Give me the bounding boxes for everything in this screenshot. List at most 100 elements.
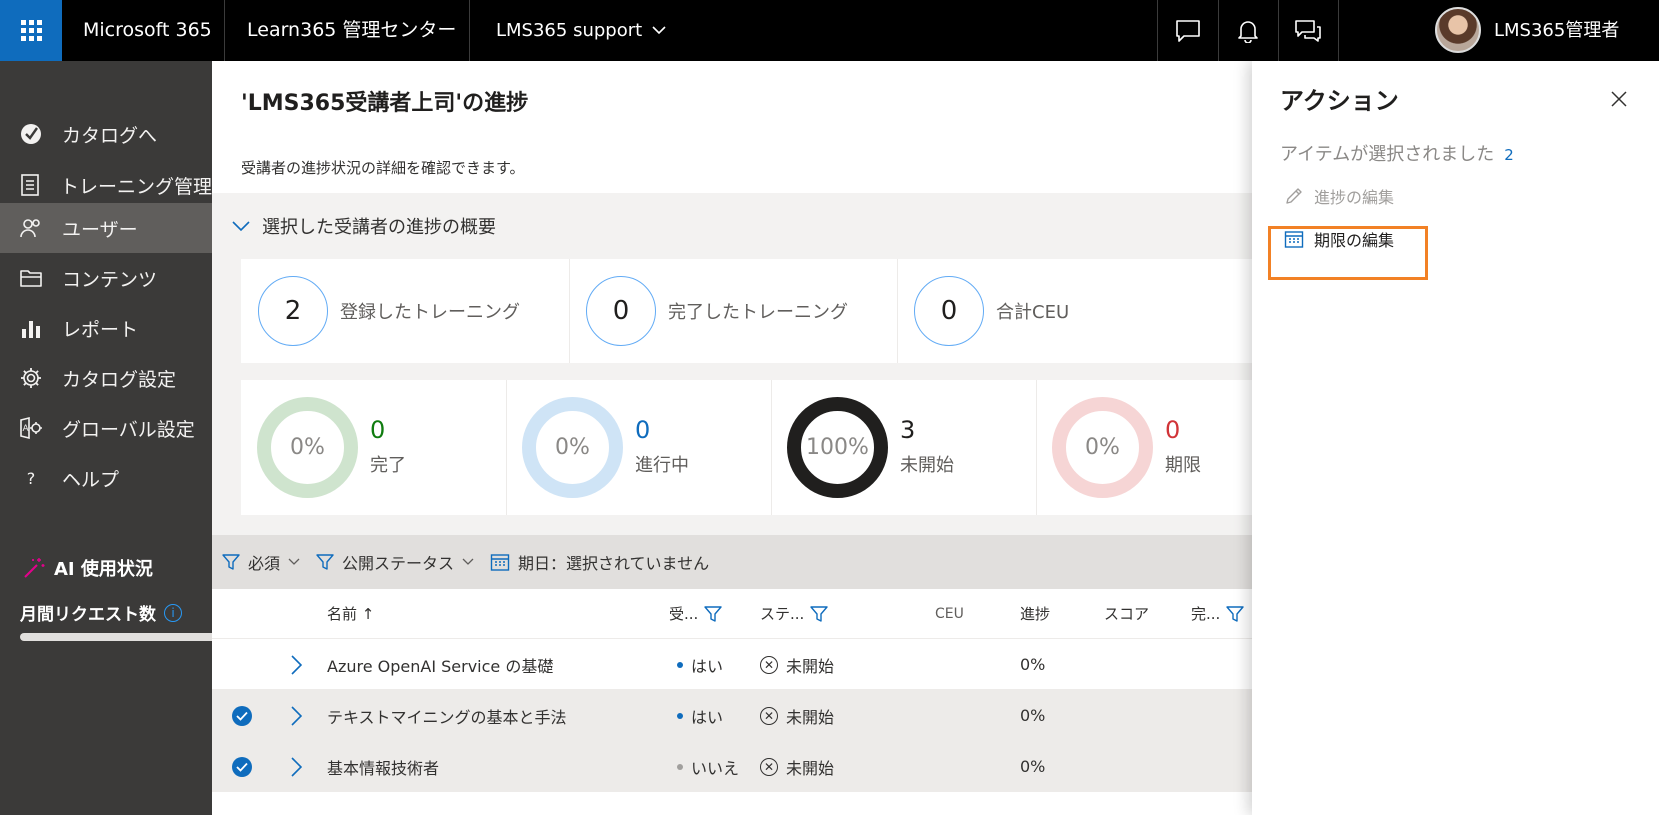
magic-wand-icon <box>24 558 45 578</box>
summary-section: 選択した受講者の進捗の概要 2 登録したトレーニング 0 完了したトレーニング … <box>212 193 1252 535</box>
sidebar-item-content[interactable]: コンテンツ <box>0 252 212 304</box>
column-label: 受... <box>669 605 699 623</box>
expand-button[interactable] <box>291 690 302 741</box>
status-value: 未開始 <box>786 707 835 727</box>
avatar[interactable] <box>1435 7 1481 53</box>
filter-publish-status[interactable]: 公開ステータス <box>316 550 474 574</box>
sidebar-item-global-settings[interactable]: A グローバル設定 <box>0 402 212 454</box>
sidebar-item-label: ヘルプ <box>62 468 120 491</box>
stat-label: 完了したトレーニング <box>668 302 848 323</box>
calendar-icon <box>490 554 510 571</box>
training-name[interactable]: テキストマイニングの基本と手法 <box>327 690 567 741</box>
donut-ring <box>257 397 358 498</box>
donut-count: 0 <box>370 416 386 444</box>
sidebar-item-users[interactable]: ユーザー <box>0 203 212 253</box>
feedback-icon <box>1295 19 1321 42</box>
donut-not-started: 100% 3 未開始 <box>771 380 1036 515</box>
column-name[interactable]: 名前 ↑ <box>327 589 374 639</box>
filter-required[interactable]: 必須 <box>222 550 300 574</box>
page-title: 'LMS365受講者上司'の進捗 <box>241 91 529 116</box>
column-label: 完... <box>1191 605 1221 623</box>
enrolled-cell: いいえ <box>677 741 739 792</box>
sidebar-item-catalog[interactable]: カタログへ <box>0 108 212 160</box>
suite-title[interactable]: Microsoft 365 <box>83 0 212 61</box>
not-started-icon: ✕ <box>760 655 778 674</box>
donut-chart: 0% <box>257 397 358 498</box>
filter-icon <box>1226 606 1245 622</box>
progress-cell: 0% <box>1020 655 1046 674</box>
chevron-down-icon <box>462 558 474 565</box>
table-row[interactable]: Azure OpenAI Service の基礎 はい ✕ 未開始 0% <box>212 639 1252 690</box>
filter-due-date[interactable]: 期日：選択されていません <box>490 550 709 574</box>
column-enrolled[interactable]: 受... <box>669 589 723 639</box>
panel-title: アクション <box>1280 87 1399 115</box>
column-score[interactable]: スコア <box>1104 589 1149 639</box>
row-checkbox[interactable] <box>232 741 252 792</box>
sidebar-item-catalog-settings[interactable]: カタログ設定 <box>0 352 212 404</box>
progress-donuts: 0% 0 完了 0% 0 進行中 100% 3 未開始 0% 0 期限 <box>241 380 1252 515</box>
sidebar-item-help[interactable]: ? ヘルプ <box>0 452 212 504</box>
sidebar-item-label: レポート <box>62 318 139 341</box>
folder-icon <box>20 270 42 287</box>
donut-count: 0 <box>1165 416 1181 444</box>
training-name[interactable]: 基本情報技術者 <box>327 741 439 792</box>
app-launcher-button[interactable] <box>0 0 62 61</box>
column-progress[interactable]: 進捗 <box>1020 589 1050 639</box>
donut-in-progress: 0% 0 進行中 <box>506 380 771 515</box>
tenant-name: LMS365 support <box>496 20 643 41</box>
column-completed[interactable]: 完... <box>1191 589 1245 639</box>
edit-progress-action[interactable]: 進捗の編集 <box>1284 184 1394 208</box>
info-icon[interactable]: i <box>164 603 182 622</box>
global-settings-icon: A <box>20 416 42 440</box>
app-title[interactable]: Learn365 管理センター <box>247 0 456 61</box>
expand-button[interactable] <box>291 639 302 690</box>
status-value: 未開始 <box>786 656 835 676</box>
row-checkbox[interactable] <box>232 690 252 741</box>
action-label: 進捗の編集 <box>1314 188 1395 207</box>
table-row[interactable]: 基本情報技術者 いいえ ✕ 未開始 0% <box>212 741 1252 792</box>
catalog-check-icon <box>21 124 41 144</box>
pencil-icon <box>1286 188 1302 204</box>
monthly-requests-progress <box>20 633 212 641</box>
donut-overdue: 0% 0 期限 <box>1036 380 1252 515</box>
stat-label: 合計CEU <box>996 302 1070 323</box>
enrolled-cell: はい <box>677 690 723 741</box>
page-description: 受講者の進捗状況の詳細を確認できます。 <box>241 159 525 177</box>
stat-enrolled: 2 登録したトレーニング <box>241 259 520 363</box>
status-dot <box>677 661 683 668</box>
summary-toggle[interactable]: 選択した受講者の進捗の概要 <box>232 213 496 239</box>
chevron-down-icon <box>652 26 666 35</box>
table-header: 名前 ↑ 受... ステ... CEU 進捗 スコア 完... <box>212 589 1252 639</box>
notifications-button[interactable] <box>1218 0 1278 61</box>
waffle-icon <box>20 20 42 41</box>
status-cell: ✕ 未開始 <box>760 741 834 792</box>
chevron-right-icon <box>291 756 302 777</box>
sidebar-item-label: ユーザー <box>62 218 138 241</box>
table-row[interactable]: テキストマイニングの基本と手法 はい ✕ 未開始 0% <box>212 690 1252 741</box>
gear-icon <box>21 368 41 388</box>
monthly-requests-label: 月間リクエスト数 i <box>20 600 182 625</box>
column-status[interactable]: ステ... <box>760 589 829 639</box>
chevron-down-icon <box>232 220 250 231</box>
donut-ring <box>522 397 623 498</box>
donut-chart: 0% <box>1052 397 1153 498</box>
stat-value: 0 <box>586 276 656 346</box>
expand-button[interactable] <box>291 741 302 792</box>
enrolled-cell: はい <box>677 639 723 690</box>
stat-ceu: 0 合計CEU <box>897 259 1069 363</box>
tenant-selector[interactable]: LMS365 support <box>496 0 666 61</box>
progress-cell: 0% <box>1020 757 1046 776</box>
chat-button[interactable] <box>1158 0 1218 61</box>
top-bar: Microsoft 365 Learn365 管理センター LMS365 sup… <box>0 0 1659 61</box>
user-name[interactable]: LMS365管理者 <box>1494 0 1619 61</box>
sidebar-item-reports[interactable]: レポート <box>0 302 212 354</box>
stat-completed: 0 完了したトレーニング <box>569 259 848 363</box>
sidebar-item-label: カタログ設定 <box>62 368 177 391</box>
training-name[interactable]: Azure OpenAI Service の基礎 <box>327 639 553 690</box>
donut-chart: 0% <box>522 397 623 498</box>
donut-count: 3 <box>900 416 916 444</box>
feedback-button[interactable] <box>1278 0 1338 61</box>
column-ceu[interactable]: CEU <box>935 589 964 639</box>
close-button[interactable] <box>1607 87 1631 111</box>
donut-count: 0 <box>635 416 651 444</box>
